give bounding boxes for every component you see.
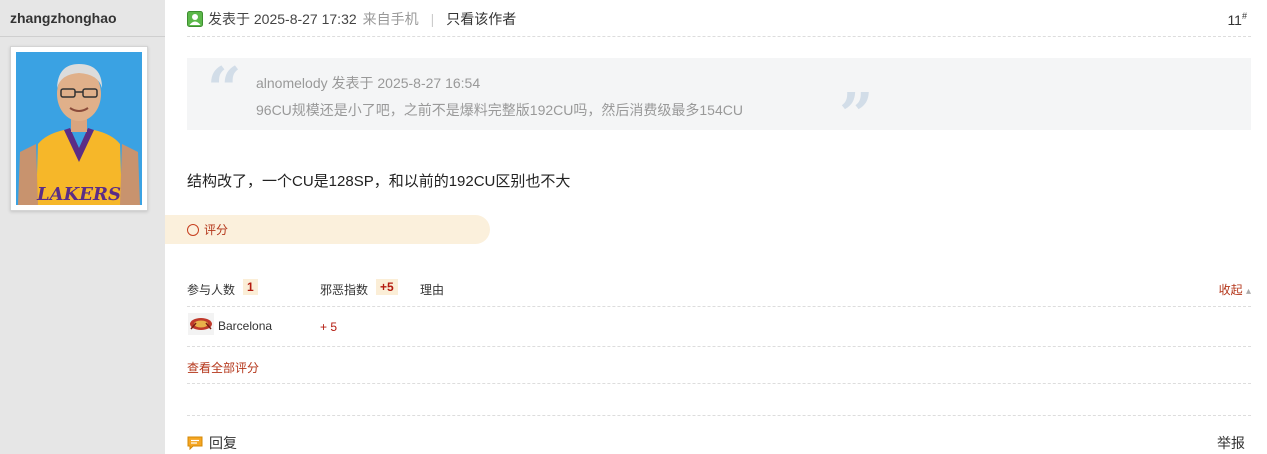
- rater-name[interactable]: Barcelona: [218, 319, 272, 333]
- view-all-ratings-link[interactable]: 查看全部评分: [187, 359, 259, 376]
- post-main: 发表于 2025-8-27 17:32 来自手机 | 只看该作者 11# “ a…: [165, 0, 1267, 454]
- floor-mark: #: [1241, 11, 1247, 21]
- user-online-icon: [187, 11, 203, 27]
- collapse-label: 收起: [1218, 283, 1243, 297]
- quote-block: “ alnomelody 发表于 2025-8-27 16:54 96CU规模还…: [187, 55, 1251, 146]
- evil-index-label: 邪恶指数: [320, 283, 369, 297]
- participants-label: 参与人数: [187, 283, 236, 297]
- reason-label: 理由: [420, 283, 445, 297]
- barcelona-avatar-icon[interactable]: [188, 313, 214, 335]
- rate-circle-icon: [187, 223, 199, 236]
- evil-index-total: +5: [376, 279, 398, 295]
- author-only-link[interactable]: 只看该作者: [446, 9, 516, 29]
- avatar-image: LAKERS: [16, 52, 142, 205]
- participants-count: 1: [243, 279, 258, 295]
- reply-icon: [187, 436, 203, 450]
- rating-header-divider: [187, 306, 1251, 307]
- rating-row-divider: [187, 346, 1251, 347]
- post-header: 发表于 2025-8-27 17:32 来自手机 | 只看该作者: [187, 9, 516, 29]
- avatar[interactable]: LAKERS: [10, 46, 148, 211]
- reply-button[interactable]: 回复: [187, 433, 237, 453]
- quote-open-mark: “: [207, 55, 242, 125]
- header-divider: [187, 36, 1251, 37]
- rater-score: + 5: [320, 320, 338, 334]
- quote-header: alnomelody 发表于 2025-8-27 16:54: [256, 75, 481, 91]
- reply-label: 回复: [209, 435, 237, 451]
- quote-close-mark: ”: [839, 81, 874, 151]
- author-sidebar: zhangzhonghao LAKERS: [0, 0, 165, 454]
- collapse-ratings-button[interactable]: 收起 ▴: [1219, 281, 1251, 298]
- post-date: 发表于 2025-8-27 17:32: [208, 11, 357, 27]
- floor-number-value: 11: [1227, 12, 1242, 28]
- report-link[interactable]: 举报: [1217, 433, 1245, 453]
- chevron-up-icon: ▴: [1245, 286, 1251, 297]
- header-separator: |: [430, 11, 435, 27]
- rating-footer-divider: [187, 383, 1251, 384]
- rating-bar[interactable]: 评分: [165, 215, 490, 244]
- post-body: 结构改了，一个CU是128SP，和以前的192CU区别也不大: [187, 173, 571, 190]
- sidebar-divider: [0, 36, 165, 37]
- quote-text: 96CU规模还是小了吧，之前不是爆料完整版192CU吗，然后消费级最多154CU: [256, 102, 743, 118]
- post-source: 来自手机: [362, 11, 419, 27]
- rating-bar-label: 评分: [204, 223, 229, 237]
- floor-number[interactable]: 11#: [1227, 11, 1247, 28]
- author-username[interactable]: zhangzhonghao: [10, 10, 117, 26]
- post-footer-divider: [187, 415, 1251, 416]
- svg-text:LAKERS: LAKERS: [36, 184, 121, 205]
